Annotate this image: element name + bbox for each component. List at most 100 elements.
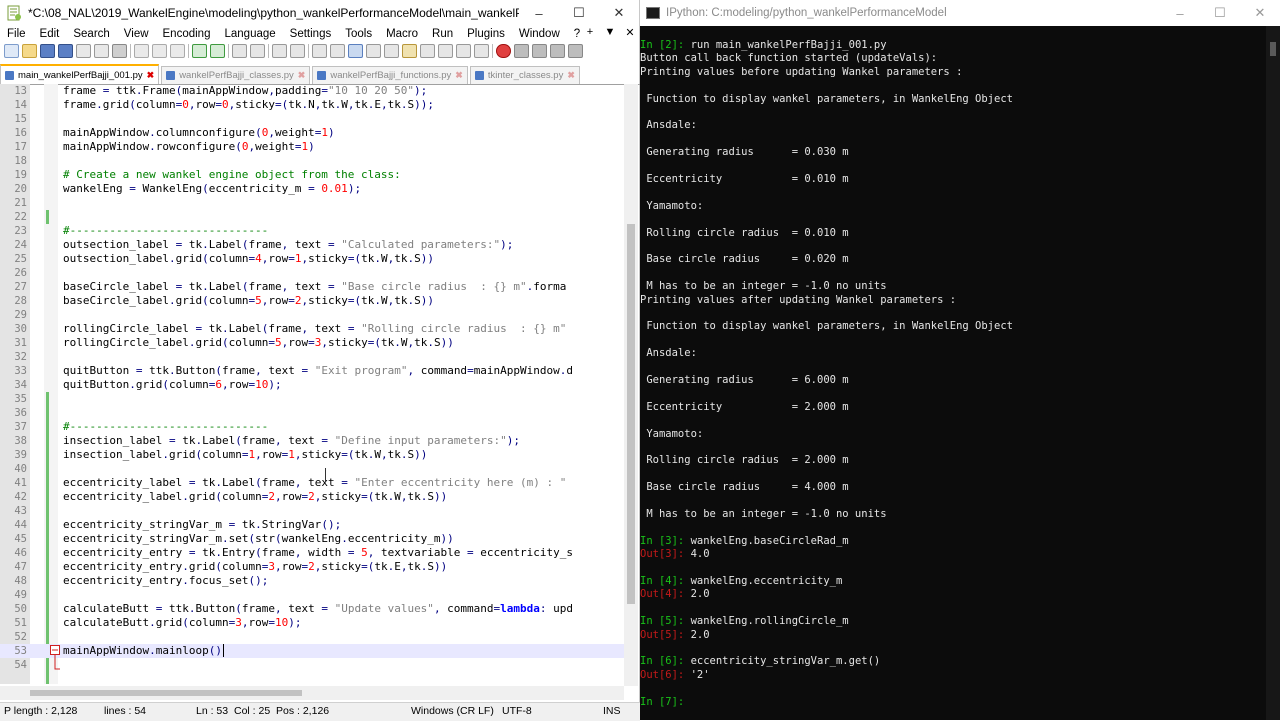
close-all-icon[interactable] [94, 44, 109, 58]
function-list-icon[interactable] [438, 44, 453, 58]
close-button[interactable]: ✕ [1240, 0, 1280, 26]
menu-edit[interactable]: Edit [33, 28, 67, 40]
monitoring-icon[interactable] [474, 44, 489, 58]
menu-settings[interactable]: Settings [283, 28, 339, 40]
close-button[interactable]: ✕ [599, 0, 639, 26]
menu-language[interactable]: Language [217, 28, 282, 40]
code-line[interactable]: 45 eccentricity_stringVar_m.set(str(wanke… [0, 532, 624, 546]
code-editor[interactable]: 13 frame = ttk.Frame(mainAppWindow,paddin… [0, 84, 624, 684]
code-line[interactable]: 35 [0, 392, 624, 406]
copy-icon[interactable] [152, 44, 167, 58]
scroll-thumb[interactable] [627, 224, 635, 604]
show-all-chars-icon[interactable] [366, 44, 381, 58]
close-doc-icon[interactable]: ✕ [620, 26, 640, 39]
zoom-out-icon[interactable] [290, 44, 305, 58]
code-line[interactable]: 21 [0, 196, 624, 210]
status-encoding[interactable]: UTF-8 [502, 705, 532, 717]
save-icon[interactable] [40, 44, 55, 58]
menu-run[interactable]: Run [425, 28, 460, 40]
maximize-button[interactable]: ☐ [1200, 0, 1240, 26]
code-line[interactable]: 20 wankelEng = WankelEng(eccentricity_m =… [0, 182, 624, 196]
code-line[interactable]: 32 [0, 350, 624, 364]
code-line[interactable]: 23 #------------------------------ [0, 224, 624, 238]
sync-vertical-icon[interactable] [312, 44, 327, 58]
editor-horizontal-scrollbar[interactable] [0, 686, 624, 700]
code-line[interactable]: 18 [0, 154, 624, 168]
console-output[interactable]: In [2]: run main_wankelPerfBajji_001.py B… [640, 26, 1266, 720]
tab-close-icon[interactable]: ✖ [298, 70, 306, 81]
maximize-button[interactable]: ☐ [559, 0, 599, 26]
menu-search[interactable]: Search [66, 28, 116, 40]
redo-icon[interactable] [210, 44, 225, 58]
tab-wankelperfbajji-classes[interactable]: wankelPerfBajji_classes.py ✖ [161, 66, 311, 84]
code-line[interactable]: 31 rollingCircle_label.grid(column=5,row=… [0, 336, 624, 350]
code-line[interactable]: 46 eccentricity_entry = tk.Entry(frame, w… [0, 546, 624, 560]
undo-icon[interactable] [192, 44, 207, 58]
right-titlebar[interactable]: IPython: C:modeling/python_wankelPerform… [640, 0, 1280, 26]
scroll-thumb[interactable] [1270, 42, 1276, 56]
doc-map-icon[interactable] [420, 44, 435, 58]
code-line[interactable]: 38 insection_label = tk.Label(frame, text… [0, 434, 624, 448]
code-line[interactable]: 52 [0, 630, 624, 644]
menu-encoding[interactable]: Encoding [156, 28, 218, 40]
code-line[interactable]: 19 # Create a new wankel engine object fr… [0, 168, 624, 182]
code-line[interactable]: 15 [0, 112, 624, 126]
find-icon[interactable] [232, 44, 247, 58]
code-line[interactable]: 17 mainAppWindow.rowconfigure(0,weight=1) [0, 140, 624, 154]
menu-macro[interactable]: Macro [379, 28, 425, 40]
menu-plugins[interactable]: Plugins [460, 28, 512, 40]
code-line[interactable]: 28 baseCircle_label.grid(column=5,row=2,s… [0, 294, 624, 308]
code-line[interactable]: 34 quitButton.grid(column=6,row=10); [0, 378, 624, 392]
code-line[interactable]: 26 [0, 266, 624, 280]
word-wrap-icon[interactable] [348, 44, 363, 58]
fold-collapse-icon[interactable] [50, 645, 62, 673]
code-line[interactable]: 41 eccentricity_label = tk.Label(frame, t… [0, 476, 624, 490]
new-file-icon[interactable] [4, 44, 19, 58]
sync-horizontal-icon[interactable] [330, 44, 345, 58]
code-line[interactable]: 44 eccentricity_stringVar_m = tk.StringVa… [0, 518, 624, 532]
code-line[interactable]: 14 frame.grid(column=0,row=0,sticky=(tk.N… [0, 98, 624, 112]
code-line[interactable]: 49 [0, 588, 624, 602]
console-vertical-scrollbar[interactable] [1266, 26, 1280, 720]
tab-close-icon[interactable]: ✖ [147, 70, 155, 81]
menu-window[interactable]: Window [512, 28, 567, 40]
code-line[interactable]: 43 [0, 504, 624, 518]
code-line[interactable]: 53 mainAppWindow.mainloop() [0, 644, 624, 658]
scroll-thumb[interactable] [30, 690, 302, 696]
save-all-icon[interactable] [58, 44, 73, 58]
run-macro-multiple-icon[interactable] [550, 44, 565, 58]
code-line[interactable]: 47 eccentricity_entry.grid(column=3,row=2… [0, 560, 624, 574]
status-eol[interactable]: Windows (CR LF) [411, 705, 494, 717]
code-line[interactable]: 16 mainAppWindow.columnconfigure(0,weight… [0, 126, 624, 140]
minimize-button[interactable]: – [519, 0, 559, 26]
tab-list-icon[interactable]: ▼ [600, 26, 620, 39]
new-tab-icon[interactable]: + [580, 26, 600, 39]
code-line[interactable]: 37 #------------------------------ [0, 420, 624, 434]
play-macro-icon[interactable] [532, 44, 547, 58]
stop-macro-icon[interactable] [514, 44, 529, 58]
code-line[interactable]: 29 [0, 308, 624, 322]
tab-tkinter-classes[interactable]: tkinter_classes.py ✖ [469, 66, 580, 84]
code-line[interactable]: 51 calculateButt.grid(column=3,row=10); [0, 616, 624, 630]
code-line[interactable]: 40 [0, 462, 624, 476]
paste-icon[interactable] [170, 44, 185, 58]
udl-icon[interactable] [402, 44, 417, 58]
code-line[interactable]: 50 calculateButt = ttk.Button(frame, text… [0, 602, 624, 616]
save-macro-icon[interactable] [568, 44, 583, 58]
open-file-icon[interactable] [22, 44, 37, 58]
menu-view[interactable]: View [117, 28, 156, 40]
menu-file[interactable]: File [0, 28, 33, 40]
tab-main-wankelperfbajji[interactable]: main_wankelPerfBajji_001.py ✖ [0, 64, 160, 84]
code-line[interactable]: 36 [0, 406, 624, 420]
print-icon[interactable] [112, 44, 127, 58]
code-line[interactable]: 22 [0, 210, 624, 224]
code-line[interactable]: 24 outsection_label = tk.Label(frame, tex… [0, 238, 624, 252]
left-titlebar[interactable]: *C:\08_NAL\2019_WankelEngine\modeling\py… [0, 0, 639, 26]
cut-icon[interactable] [134, 44, 149, 58]
tab-close-icon[interactable]: ✖ [567, 70, 575, 81]
tab-wankelperfbajji-functions[interactable]: wankelPerfBajji_functions.py ✖ [312, 66, 468, 84]
code-line[interactable]: 48 eccentricity_entry.focus_set(); [0, 574, 624, 588]
zoom-in-icon[interactable] [272, 44, 287, 58]
code-line[interactable]: 33 quitButton = ttk.Button(frame, text = … [0, 364, 624, 378]
code-line[interactable]: 30 rollingCircle_label = tk.Label(frame, … [0, 322, 624, 336]
